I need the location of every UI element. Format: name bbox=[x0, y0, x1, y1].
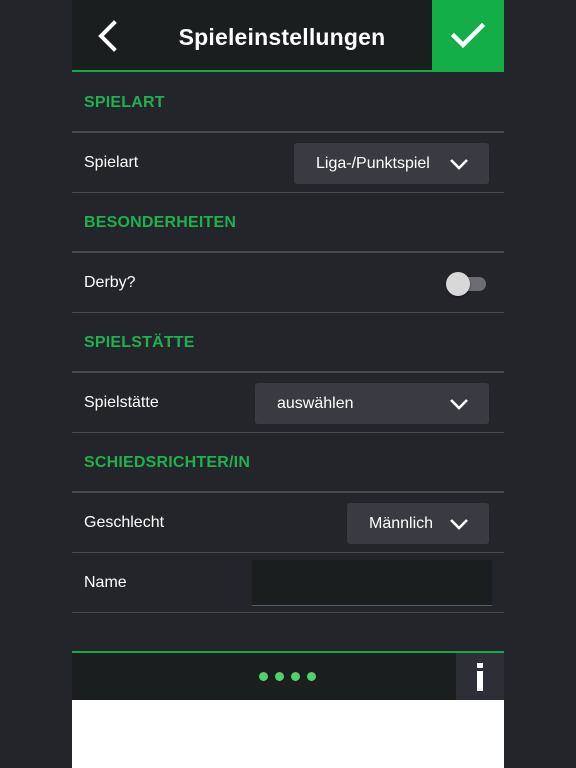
section-heading-spielart: SPIELART bbox=[72, 73, 504, 133]
info-button[interactable] bbox=[456, 653, 504, 700]
spielart-label: Spielart bbox=[84, 154, 139, 171]
spielart-row: Spielart Liga-/Punktspiel bbox=[72, 133, 504, 193]
chevron-down-icon bbox=[450, 519, 468, 530]
referee-name-input[interactable] bbox=[252, 560, 492, 606]
page-dot bbox=[291, 672, 300, 681]
chevron-left-icon bbox=[98, 20, 117, 52]
derby-toggle[interactable] bbox=[446, 272, 492, 296]
spielstaette-select-value: auswählen bbox=[277, 395, 354, 412]
page-dot bbox=[259, 672, 268, 681]
page-title: Spieleinstellungen bbox=[178, 24, 386, 50]
bottom-bar bbox=[72, 651, 504, 700]
section-heading-spielstaette: SPIELSTÄTTE bbox=[72, 313, 504, 373]
game-settings-screen: Spieleinstellungen SPIELART Spielart Lig… bbox=[72, 0, 504, 768]
toggle-knob bbox=[446, 272, 470, 296]
info-icon bbox=[477, 662, 483, 691]
name-label: Name bbox=[84, 574, 127, 591]
geschlecht-row: Geschlecht Männlich bbox=[72, 493, 504, 553]
confirm-button[interactable] bbox=[432, 0, 504, 72]
section-heading-besonderheiten: BESONDERHEITEN bbox=[72, 193, 504, 253]
page-dot bbox=[275, 672, 284, 681]
derby-label: Derby? bbox=[84, 274, 136, 291]
page-indicator bbox=[259, 672, 316, 682]
chevron-down-icon bbox=[450, 159, 468, 170]
back-button[interactable] bbox=[88, 16, 128, 56]
geschlecht-select-value: Männlich bbox=[369, 515, 434, 532]
page-dot bbox=[307, 672, 316, 681]
spielstaette-select[interactable]: auswählen bbox=[255, 383, 489, 424]
content-area-blank bbox=[72, 700, 504, 768]
section-heading-schiedsrichter: SCHIEDSRICHTER/IN bbox=[72, 433, 504, 493]
derby-row: Derby? bbox=[72, 253, 504, 313]
spielart-select-value: Liga-/Punktspiel bbox=[316, 155, 430, 172]
chevron-down-icon bbox=[450, 399, 468, 410]
spielstaette-label: Spielstätte bbox=[84, 394, 159, 411]
checkmark-icon bbox=[451, 23, 485, 49]
spielstaette-row: Spielstätte auswählen bbox=[72, 373, 504, 433]
spielart-select[interactable]: Liga-/Punktspiel bbox=[294, 143, 489, 184]
geschlecht-label: Geschlecht bbox=[84, 514, 165, 531]
name-row: Name bbox=[72, 553, 504, 613]
header-bar: Spieleinstellungen bbox=[72, 0, 504, 72]
geschlecht-select[interactable]: Männlich bbox=[347, 503, 489, 544]
